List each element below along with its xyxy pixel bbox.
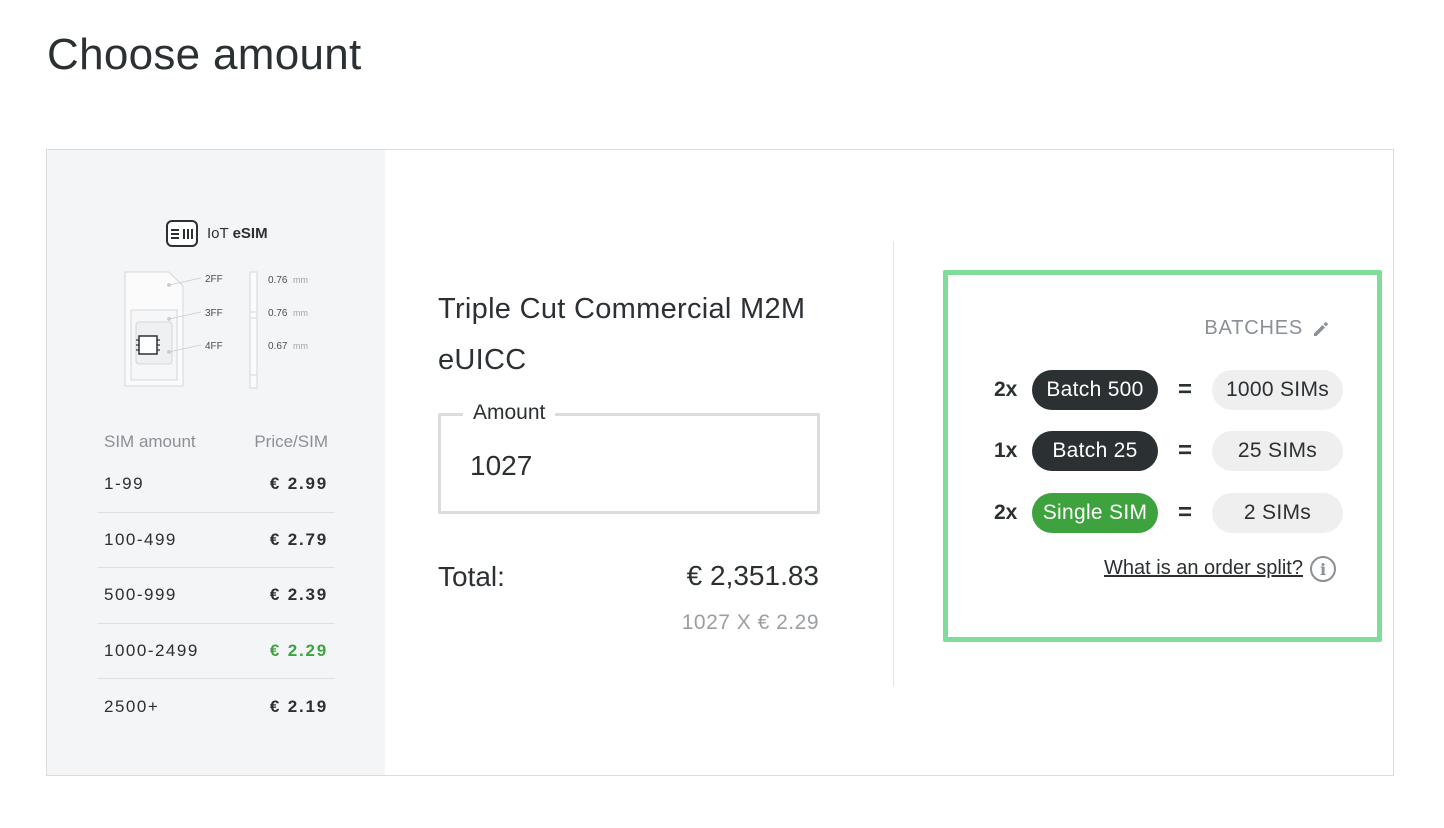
thickness-2ff: 0.76 [268,275,288,286]
col-price-per-sim: Price/SIM [254,432,328,451]
batch-row: 2x Single SIM = 2 SIMs [994,493,1343,533]
product-info-panel: IoT eSIM 2FF 3FF 4FF 0.76 mm 0.76 mm 0.6… [47,150,385,775]
section-divider [893,241,894,686]
amount-input[interactable] [470,450,790,482]
price-value-active: € 2.29 [269,640,328,660]
sim-format-3ff: 3FF [205,308,223,319]
batch-result: 25 SIMs [1212,431,1343,471]
batch-pill: Batch 25 [1032,431,1158,471]
brand-name: eSIM [232,225,268,242]
batch-multiplier: 2x [994,378,1018,401]
batch-pill: Batch 500 [1032,370,1158,410]
batch-result: 1000 SIMs [1212,370,1343,410]
batch-row: 1x Batch 25 = 25 SIMs [994,431,1343,471]
price-table-header: SIM amount Price/SIM [104,432,328,452]
batches-panel: BATCHES 2x Batch 500 = 1000 SIMs 1x Batc… [943,270,1382,642]
table-row: 100-499 € 2.79 [97,513,335,568]
order-card: IoT eSIM 2FF 3FF 4FF 0.76 mm 0.76 mm 0.6… [46,149,1394,776]
price-table: 1-99 € 2.99 100-499 € 2.79 500-999 € 2.3… [97,457,335,735]
amount-label: Amount [463,401,556,425]
equals-sign: = [1177,437,1192,464]
price-range: 2500+ [104,696,160,716]
price-range: 100-499 [104,529,177,549]
total-value: € 2,351.83 [686,560,819,591]
price-value: € 2.39 [269,585,328,605]
batches-heading: BATCHES [1204,317,1303,339]
batch-multiplier: 2x [994,501,1018,524]
sim-format-4ff: 4FF [205,341,223,352]
table-row: 2500+ € 2.19 [97,679,335,735]
batch-row: 2x Batch 500 = 1000 SIMs [994,370,1343,410]
brand-logo: IoT eSIM [166,220,268,247]
amount-field[interactable]: Amount [438,401,820,514]
brand-prefix: IoT [207,225,229,242]
thickness-4ff: 0.67 [268,341,288,352]
page-title: Choose amount [47,30,362,79]
total-label: Total: [438,561,505,592]
batch-multiplier: 1x [994,439,1018,462]
table-row: 500-999 € 2.39 [97,568,335,624]
thickness-3ff: 0.76 [268,308,288,319]
batch-result: 2 SIMs [1212,493,1343,533]
price-value: € 2.19 [269,696,328,716]
info-icon[interactable]: i [1310,556,1336,582]
pencil-icon[interactable] [1311,319,1331,339]
batches-header[interactable]: BATCHES [1204,317,1331,340]
thickness-3ff-unit: mm [293,308,308,318]
thickness-2ff-unit: mm [293,275,308,285]
sim-format-2ff: 2FF [205,274,223,285]
price-value: € 2.79 [269,529,328,549]
sim-card-diagram: 2FF 3FF 4FF 0.76 mm 0.76 mm 0.67 mm [124,271,308,389]
price-range: 500-999 [104,585,177,605]
col-sim-amount: SIM amount [104,432,196,451]
price-range: 1-99 [104,474,145,494]
equals-sign: = [1177,499,1192,526]
price-value: € 2.99 [269,474,328,494]
equals-sign: = [1177,376,1192,403]
esim-chip-icon [166,220,198,247]
table-row: 1-99 € 2.99 [97,457,335,513]
order-split-link[interactable]: What is an order split? [1104,557,1303,580]
thickness-4ff-unit: mm [293,341,308,351]
total-breakdown: 1027 X € 2.29 [681,611,819,634]
batch-pill-single: Single SIM [1032,493,1158,533]
product-title: Triple Cut Commercial M2M eUICC [438,293,806,376]
price-range: 1000-2499 [104,640,199,660]
table-row-active: 1000-2499 € 2.29 [97,624,335,679]
